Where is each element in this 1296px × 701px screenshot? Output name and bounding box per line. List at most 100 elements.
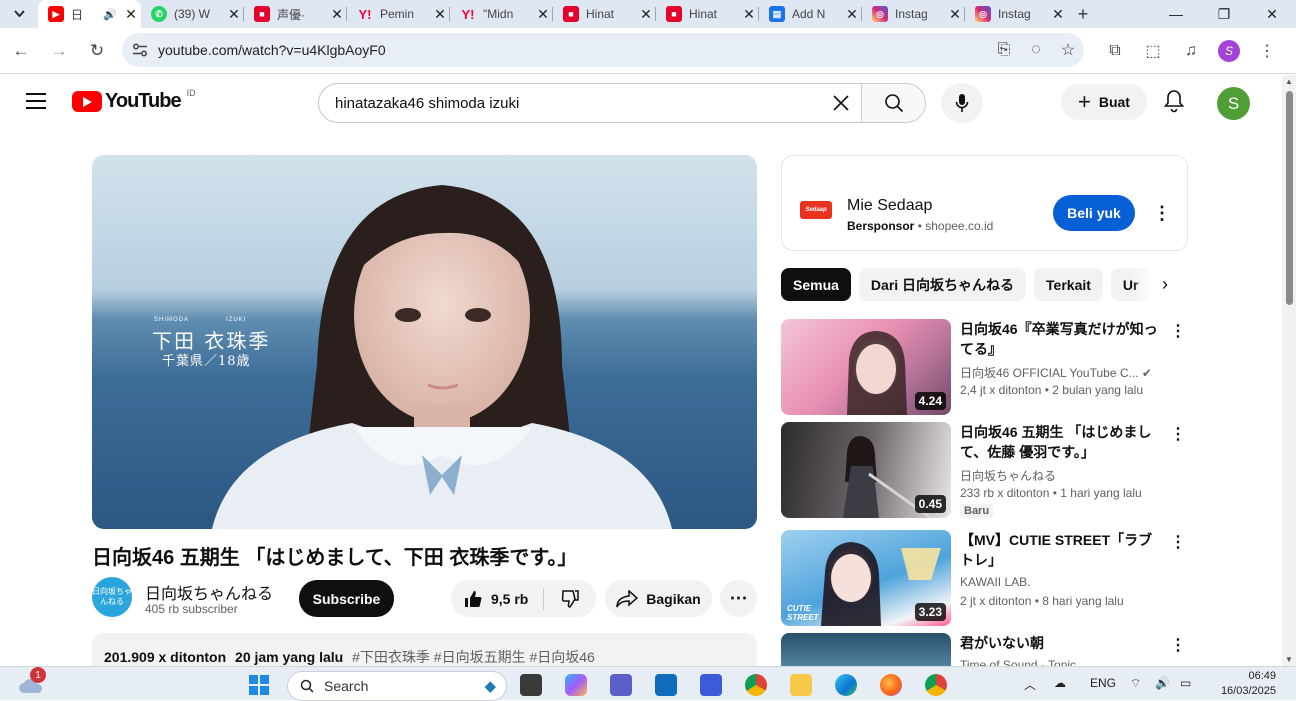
recommendation-item[interactable]: 0.45 日向坂46 五期生 「はじめまして、佐藤 優羽です。」 日向坂ちゃんね… [781, 422, 1191, 518]
like-button[interactable]: 9,5 rb [451, 587, 544, 610]
battery-icon[interactable]: ▭ [1180, 676, 1191, 690]
start-button[interactable] [248, 674, 270, 696]
ad-menu-icon[interactable]: ⋮ [1153, 203, 1171, 224]
install-app-icon[interactable]: ⎘ [988, 41, 1020, 59]
close-tab-icon[interactable]: ✕ [533, 6, 553, 23]
browser-tab-web[interactable]: ▤ Add N ✕ [759, 0, 862, 28]
url-text[interactable]: youtube.com/watch?v=u4KlgbAoyF0 [158, 42, 988, 58]
create-button[interactable]: + Buat [1061, 84, 1147, 120]
forward-button[interactable]: → [42, 34, 76, 68]
video-player[interactable]: SHIMODA IZUKI 下田 衣珠季 千葉県／18歳 [92, 155, 757, 529]
chrome-icon[interactable] [745, 674, 767, 696]
youtube-logo[interactable]: YouTube ID [72, 88, 196, 113]
account-avatar[interactable]: S [1217, 87, 1250, 120]
kebab-menu-icon[interactable]: ⋮ [1170, 635, 1186, 655]
back-button[interactable]: ← [4, 34, 38, 68]
close-tab-icon[interactable]: ✕ [636, 6, 656, 23]
reload-button[interactable]: ↻ [80, 34, 114, 68]
kebab-menu-icon[interactable]: ⋮ [1170, 532, 1186, 552]
subscribe-button[interactable]: Subscribe [299, 580, 394, 617]
kebab-menu-icon[interactable]: ⋮ [1170, 321, 1186, 341]
search-input[interactable]: hinatazaka46 shimoda izuki [319, 95, 821, 112]
system-clock[interactable]: 06:49 16/03/2025 [1212, 669, 1276, 699]
close-tab-icon[interactable]: ✕ [327, 6, 347, 23]
ad-cta-button[interactable]: Beli yuk [1053, 195, 1135, 231]
new-tab-button[interactable]: + [1068, 4, 1098, 25]
dislike-button[interactable] [544, 589, 596, 609]
close-tab-icon[interactable]: ✕ [842, 6, 862, 23]
kebab-menu-icon[interactable]: ⋮ [1170, 424, 1186, 444]
description-box[interactable]: 201.909 x ditonton 20 jam yang lalu #下田衣… [92, 633, 757, 666]
media-control-icon[interactable]: ♫ [1172, 42, 1210, 60]
sponsored-ad-card[interactable]: Sedaap Mie Sedaap Bersponsor • shopee.co… [781, 155, 1188, 251]
firefox-icon[interactable] [880, 674, 902, 696]
more-actions-button[interactable]: ⋯ [720, 580, 757, 617]
task-view-icon[interactable] [520, 674, 542, 696]
search-button[interactable] [861, 84, 925, 122]
onedrive-icon[interactable]: ☁ [1054, 676, 1066, 690]
browser-tab-news-1[interactable]: ■ 声優· ✕ [244, 0, 347, 28]
tab-search-button[interactable] [0, 0, 38, 28]
close-tab-icon[interactable]: ✕ [224, 6, 244, 23]
close-tab-icon[interactable]: ✕ [739, 6, 759, 23]
tray-overflow-icon[interactable]: ︿ [1024, 676, 1036, 693]
clear-search-icon[interactable] [821, 94, 861, 112]
channel-avatar[interactable]: 日向坂ちゃんねる [92, 577, 132, 617]
restore-icon[interactable]: ❐ [1200, 0, 1248, 28]
close-tab-icon[interactable]: ✕ [121, 6, 141, 23]
teams-icon[interactable] [610, 674, 632, 696]
volume-icon[interactable]: 🔊 [1155, 676, 1170, 690]
video-thumbnail[interactable]: 4.24 [781, 319, 951, 415]
browser-tab-whatsapp[interactable]: ✆ (39) W ✕ [141, 0, 244, 28]
page-scrollbar[interactable]: ▲ ▼ [1282, 75, 1296, 666]
browser-tab-instagram-1[interactable]: ◎ Instag ✕ [862, 0, 965, 28]
scroll-up-icon[interactable]: ▲ [1285, 77, 1293, 86]
eye-off-icon[interactable]: ◌ [1020, 41, 1052, 59]
chip-related[interactable]: Terkait [1034, 268, 1103, 301]
site-settings-icon[interactable] [122, 43, 158, 57]
browser-tab-yahoo-2[interactable]: Y! "Midn ✕ [450, 0, 553, 28]
browser-tab-youtube[interactable]: ▶ 日 🔊 ✕ [38, 0, 141, 28]
video-thumbnail[interactable]: CUTIE STREET 3.23 [781, 530, 951, 626]
scrollbar-thumb[interactable] [1286, 91, 1293, 305]
chips-next-button[interactable]: › [1132, 268, 1188, 301]
wifi-icon[interactable]: ⌔ [1130, 676, 1141, 691]
close-tab-icon[interactable]: ✕ [1048, 6, 1068, 23]
recommendation-item[interactable]: 君がいない朝 Time of Sound - Topic ⋮ [781, 633, 1191, 666]
share-button[interactable]: Bagikan [605, 580, 712, 617]
store-icon[interactable] [655, 674, 677, 696]
notifications-button[interactable] [1163, 89, 1185, 118]
chip-all[interactable]: Semua [781, 268, 851, 301]
hashtags[interactable]: #下田衣珠季 #日向坂五期生 #日向坂46 [352, 649, 595, 665]
browser-menu-icon[interactable]: ⋮ [1248, 41, 1286, 61]
edge-icon[interactable] [835, 674, 857, 696]
bookmark-star-icon[interactable]: ☆ [1052, 40, 1084, 60]
extension-puzzle-icon[interactable]: ⧉ [1096, 42, 1134, 60]
browser-tab-instagram-2[interactable]: ◎ Instag ✕ [965, 0, 1068, 28]
app-icon[interactable] [700, 674, 722, 696]
address-bar[interactable]: youtube.com/watch?v=u4KlgbAoyF0 ⎘ ◌ ☆ [122, 33, 1084, 67]
scroll-down-icon[interactable]: ▼ [1285, 655, 1293, 664]
copilot-icon[interactable] [565, 674, 587, 696]
voice-search-button[interactable] [941, 83, 983, 123]
extensions-icon[interactable]: ⬚ [1134, 41, 1172, 61]
chrome-profile-icon[interactable] [925, 674, 947, 696]
recommendation-item[interactable]: CUTIE STREET 3.23 【MV】CUTIE STREET「ラブトレ」… [781, 530, 1191, 626]
channel-name[interactable]: 日向坂ちゃんねる [145, 580, 273, 604]
video-thumbnail[interactable]: 0.45 [781, 422, 951, 518]
file-explorer-icon[interactable] [790, 674, 812, 696]
close-tab-icon[interactable]: ✕ [945, 6, 965, 23]
hamburger-menu-icon[interactable] [26, 93, 46, 109]
browser-tab-news-3[interactable]: ■ Hinat ✕ [656, 0, 759, 28]
video-thumbnail[interactable] [781, 633, 951, 666]
close-tab-icon[interactable]: ✕ [430, 6, 450, 23]
taskbar-search[interactable]: Search ◆ [287, 671, 507, 701]
close-window-icon[interactable]: ✕ [1248, 0, 1296, 28]
weather-widget[interactable]: 1 [18, 667, 46, 695]
browser-tab-yahoo-1[interactable]: Y! Pemin ✕ [347, 0, 450, 28]
browser-tab-news-2[interactable]: ■ Hinat ✕ [553, 0, 656, 28]
profile-button[interactable]: S [1210, 40, 1248, 62]
language-indicator[interactable]: ENG [1090, 676, 1116, 690]
speaker-icon[interactable]: 🔊 [103, 8, 117, 21]
recommendation-item[interactable]: 4.24 日向坂46『卒業写真だけが知ってる』 日向坂46 OFFICIAL Y… [781, 319, 1191, 415]
